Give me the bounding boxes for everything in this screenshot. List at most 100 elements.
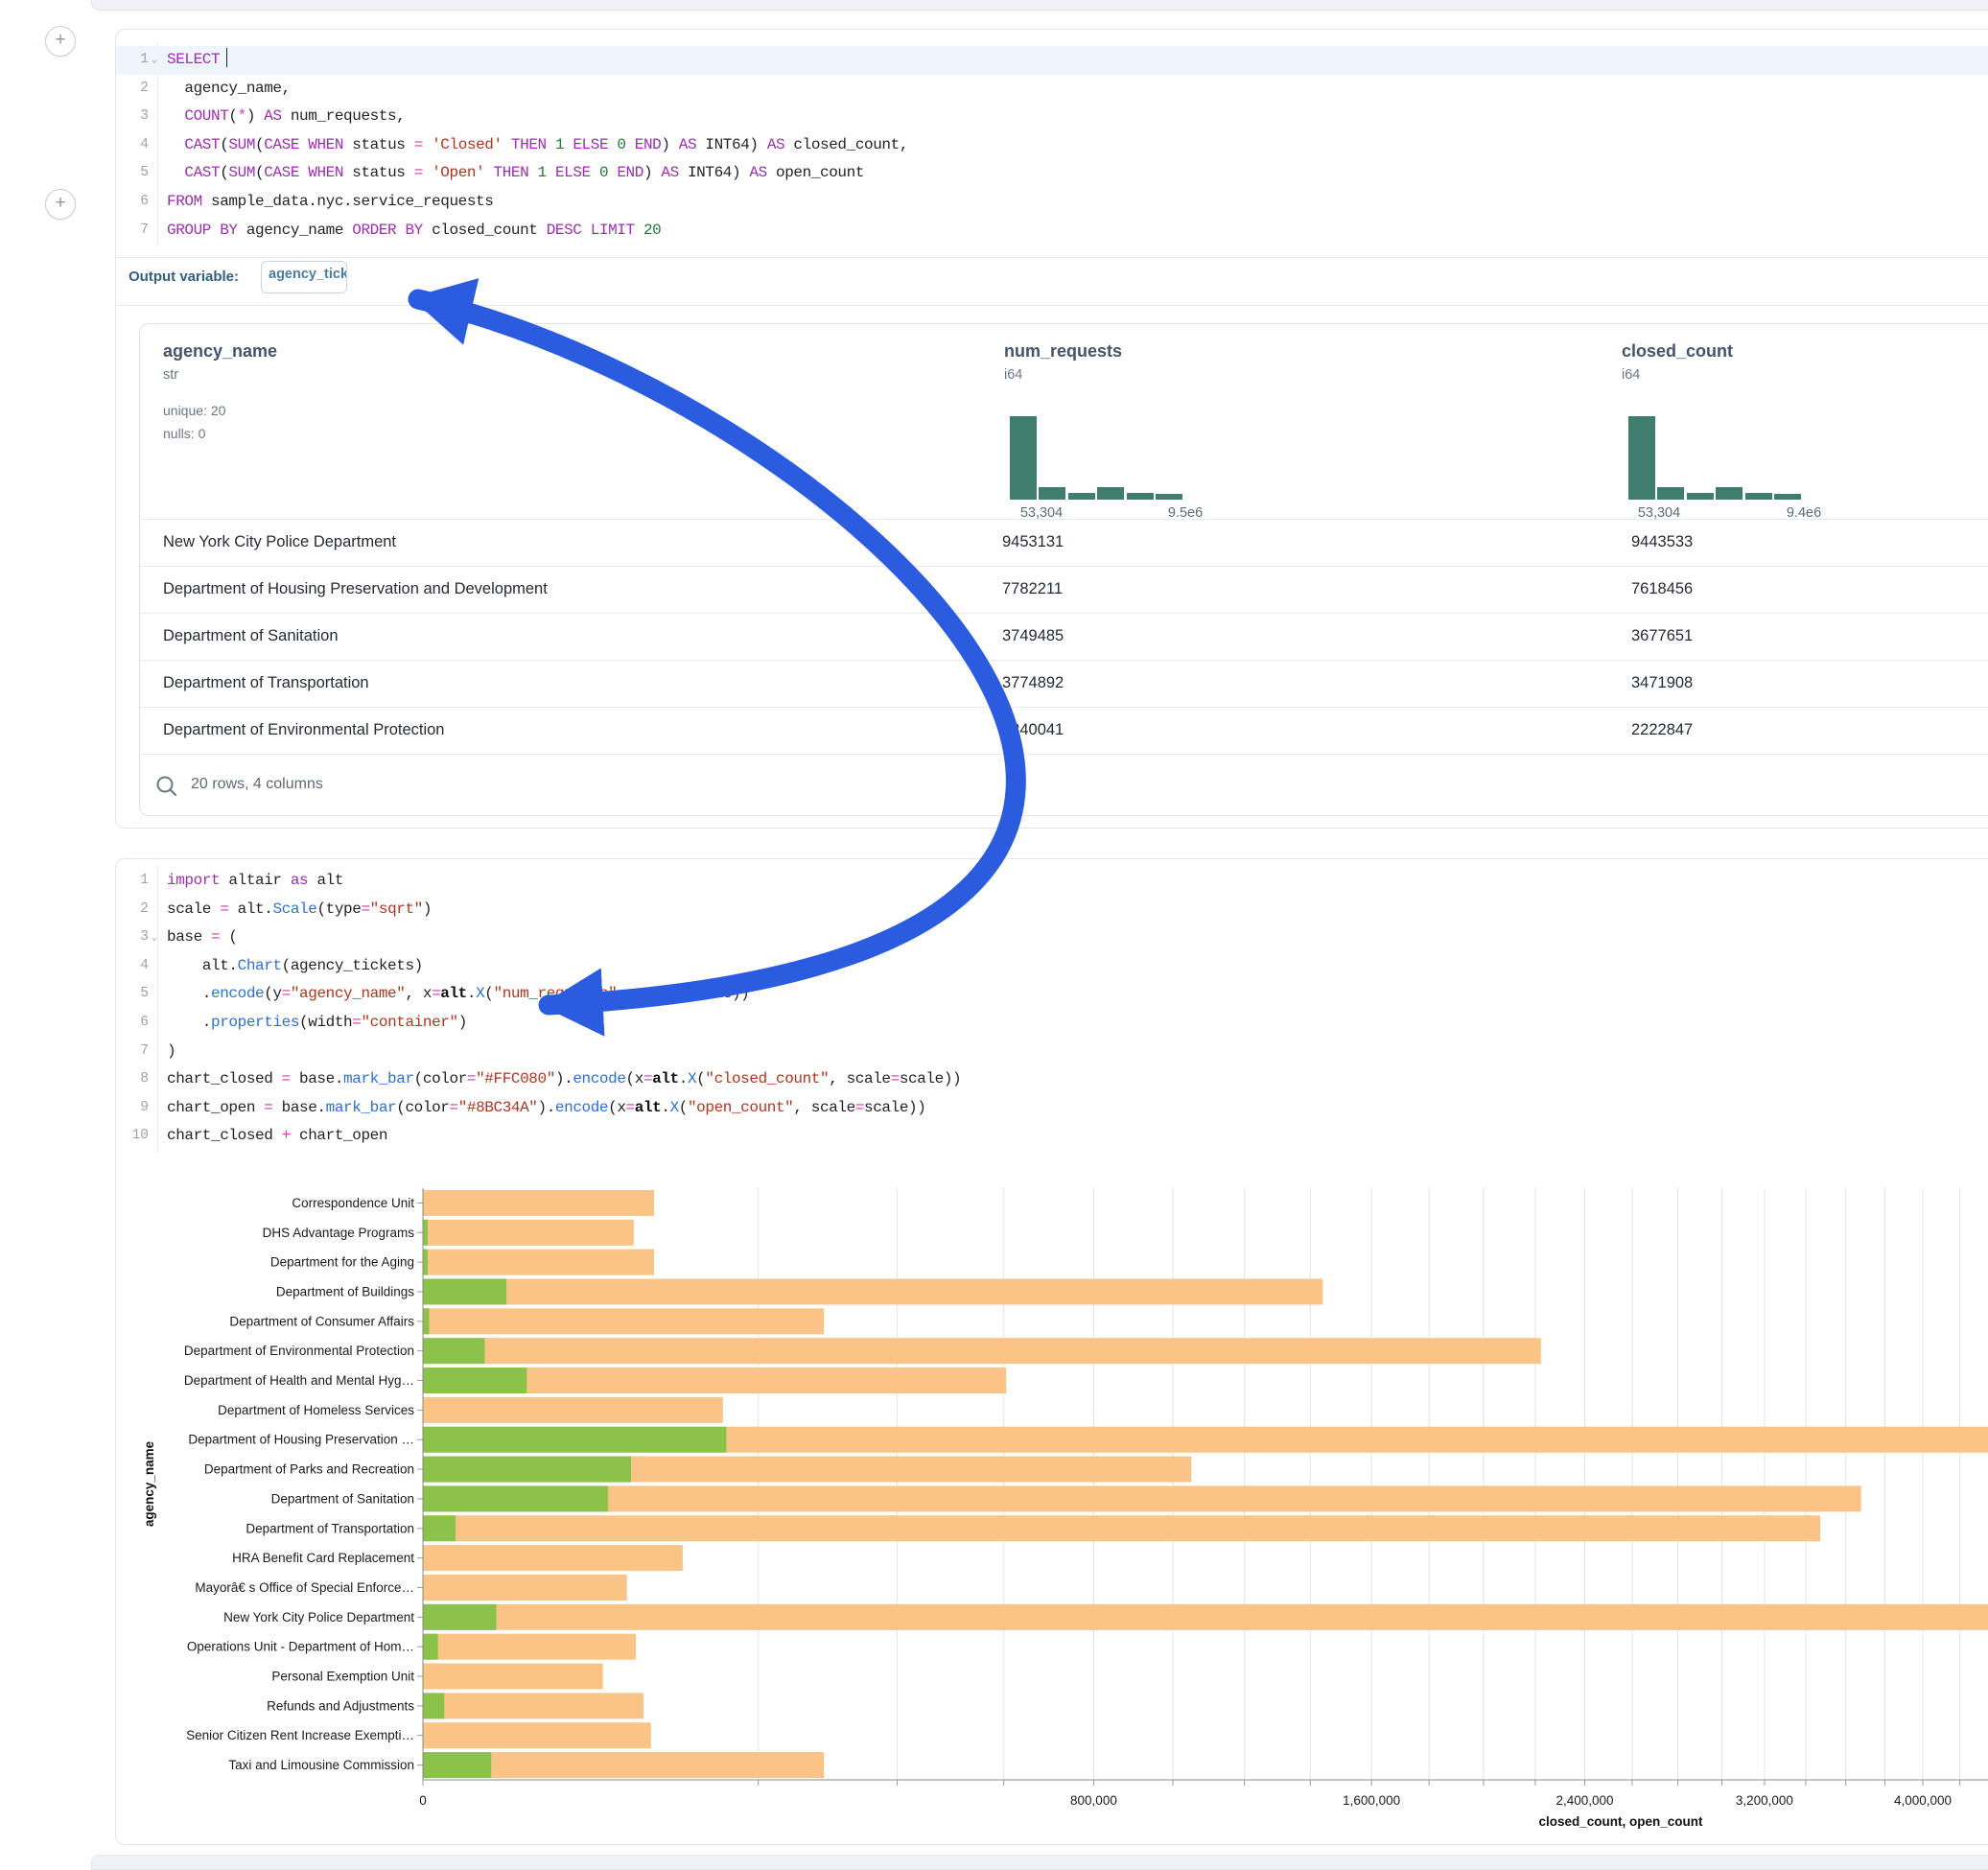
- cell-num-requests: 3749485: [1002, 627, 1064, 645]
- code-line[interactable]: 9chart_open = base.mark_bar(color="#8BC3…: [116, 1094, 1988, 1123]
- x-axis-tick-label: 1,600,000: [1343, 1793, 1400, 1808]
- python-code-editor[interactable]: 1import altair as alt2scale = alt.Scale(…: [116, 867, 1988, 1151]
- histogram-bar: [1774, 494, 1801, 500]
- y-axis-label: Senior Citizen Rent Increase Exempti…: [186, 1728, 414, 1742]
- y-axis-label: Personal Exemption Unit: [271, 1670, 414, 1684]
- bar-closed-count: [423, 1250, 654, 1275]
- code-line[interactable]: 5 CAST(SUM(CASE WHEN status = 'Open' THE…: [116, 159, 1988, 188]
- y-axis-label: DHS Advantage Programs: [263, 1226, 415, 1240]
- histogram-bar: [1127, 493, 1154, 500]
- histogram-bar: [1097, 487, 1124, 500]
- cell-closed-count: 3471908: [1631, 674, 1693, 692]
- histogram-bar: [1156, 494, 1182, 500]
- y-axis-label: Department of Sanitation: [271, 1491, 414, 1506]
- column-type-closed-count: i64: [1622, 367, 1640, 383]
- x-axis-tick-label: 800,000: [1070, 1793, 1117, 1808]
- table-row[interactable]: Department of Housing Preservation and D…: [140, 566, 1988, 614]
- y-axis-label: Operations Unit - Department of Hom…: [187, 1640, 414, 1654]
- bar-open-count: [423, 1693, 444, 1718]
- cell-closed-count: 3677651: [1631, 627, 1693, 645]
- column-meta-unique: unique: 20: [163, 403, 225, 418]
- table-row[interactable]: Department of Transportation377489234719…: [140, 660, 1988, 708]
- bar-closed-count: [423, 1664, 603, 1690]
- cell-num-requests: 7782211: [1002, 580, 1063, 598]
- code-line[interactable]: 2scale = alt.Scale(type="sqrt"): [116, 896, 1988, 924]
- y-axis-label: Department of Consumer Affairs: [229, 1314, 414, 1328]
- histogram-bar: [1657, 487, 1684, 500]
- bar-open-count: [423, 1278, 506, 1304]
- column-type-num-requests: i64: [1004, 367, 1022, 383]
- cell-agency-name: Department of Sanitation: [163, 627, 339, 645]
- next-cell-edge: [91, 1855, 1988, 1870]
- output-variable-pill[interactable]: agency_tickets: [261, 261, 347, 293]
- column-header-num-requests[interactable]: num_requests: [1004, 341, 1122, 362]
- histogram-bar: [1010, 416, 1037, 500]
- column-header-closed-count[interactable]: closed_count: [1622, 341, 1733, 362]
- bar-open-count: [423, 1338, 484, 1364]
- bar-closed-count: [423, 1338, 1541, 1364]
- bar-open-count: [423, 1220, 428, 1246]
- previous-cell-edge: [91, 0, 1988, 11]
- bar-open-count: [423, 1634, 438, 1660]
- code-line[interactable]: 10chart_closed + chart_open: [116, 1122, 1988, 1151]
- y-axis-label: Department of Homeless Services: [218, 1403, 414, 1417]
- code-line[interactable]: 8chart_closed = base.mark_bar(color="#FF…: [116, 1065, 1988, 1094]
- add-cell-button-middle[interactable]: +: [45, 189, 76, 220]
- y-axis-label: Department of Buildings: [276, 1284, 414, 1298]
- code-line[interactable]: 3 COUNT(*) AS num_requests,: [116, 103, 1988, 131]
- bar-open-count: [423, 1427, 726, 1453]
- bar-closed-count: [423, 1190, 654, 1216]
- bar-open-count: [423, 1457, 631, 1483]
- bar-closed-count: [423, 1604, 1988, 1630]
- code-line[interactable]: 6 .properties(width="container"): [116, 1009, 1988, 1038]
- code-line[interactable]: 1⌄SELECT: [116, 46, 1988, 75]
- code-line[interactable]: 6FROM sample_data.nyc.service_requests: [116, 188, 1988, 217]
- bar-closed-count: [423, 1545, 683, 1571]
- code-line[interactable]: 4 CAST(SUM(CASE WHEN status = 'Closed' T…: [116, 131, 1988, 160]
- sql-code-editor[interactable]: 1⌄SELECT2 agency_name,3 COUNT(*) AS num_…: [116, 46, 1988, 245]
- y-axis-label: Department of Housing Preservation …: [188, 1433, 414, 1447]
- y-axis-title: agency_name: [142, 1440, 156, 1527]
- y-axis-label: Department of Health and Mental Hyg…: [184, 1373, 414, 1388]
- cell-agency-name: Department of Transportation: [163, 674, 369, 692]
- x-axis-tick-label: 0: [419, 1793, 427, 1808]
- add-cell-button-top[interactable]: +: [45, 26, 76, 57]
- bar-open-count: [423, 1604, 497, 1630]
- code-line[interactable]: 1import altair as alt: [116, 867, 1988, 896]
- search-icon[interactable]: [153, 773, 180, 800]
- code-line[interactable]: 2 agency_name,: [116, 75, 1988, 104]
- table-row[interactable]: Department of Sanitation 3749485 3677651: [140, 613, 1988, 661]
- column-type-agency-name: str: [163, 367, 178, 383]
- y-axis-label: Mayorâ€ s Office of Special Enforce…: [195, 1580, 414, 1595]
- column-header-agency-name[interactable]: agency_name: [163, 341, 277, 362]
- histogram-closed-count: [1628, 416, 1803, 500]
- y-axis-label: Department of Parks and Recreation: [204, 1462, 414, 1477]
- code-line[interactable]: 5 .encode(y="agency_name", x=alt.X("num_…: [116, 980, 1988, 1009]
- result-table: agency_name str unique: 20 nulls: 0 num_…: [139, 323, 1988, 816]
- y-axis-label: HRA Benefit Card Replacement: [232, 1551, 414, 1565]
- histogram-bar: [1687, 493, 1714, 500]
- output-variable-label: Output variable:: [129, 269, 239, 285]
- code-line[interactable]: 7GROUP BY agency_name ORDER BY closed_co…: [116, 217, 1988, 245]
- table-row[interactable]: Department of Environmental Protection22…: [140, 707, 1988, 755]
- bar-closed-count: [423, 1515, 1820, 1541]
- cell-agency-name: Department of Housing Preservation and D…: [163, 580, 548, 598]
- y-axis-label: Department for the Aging: [270, 1255, 414, 1270]
- fold-chevron-icon[interactable]: ⌄: [152, 924, 165, 953]
- bar-closed-count: [423, 1722, 651, 1748]
- code-line[interactable]: 7): [116, 1038, 1988, 1066]
- bar-closed-count: [423, 1308, 824, 1334]
- cell-num-requests: 9453131: [1002, 533, 1064, 551]
- bar-closed-count: [423, 1575, 627, 1601]
- column-meta-nulls: nulls: 0: [163, 426, 205, 441]
- y-axis-label: Department of Transportation: [246, 1521, 414, 1535]
- bar-closed-count: [423, 1634, 636, 1660]
- code-line[interactable]: 4 alt.Chart(agency_tickets): [116, 952, 1988, 981]
- histogram-bar: [1716, 487, 1742, 500]
- bar-closed-count: [423, 1397, 723, 1423]
- cell-closed-count: 2222847: [1631, 721, 1693, 739]
- table-footer: 20 rows, 4 columns: [140, 768, 1988, 815]
- fold-chevron-icon[interactable]: ⌄: [152, 47, 165, 76]
- code-line[interactable]: 3⌄base = (: [116, 923, 1988, 952]
- table-row[interactable]: New York City Police Department945313194…: [140, 519, 1988, 567]
